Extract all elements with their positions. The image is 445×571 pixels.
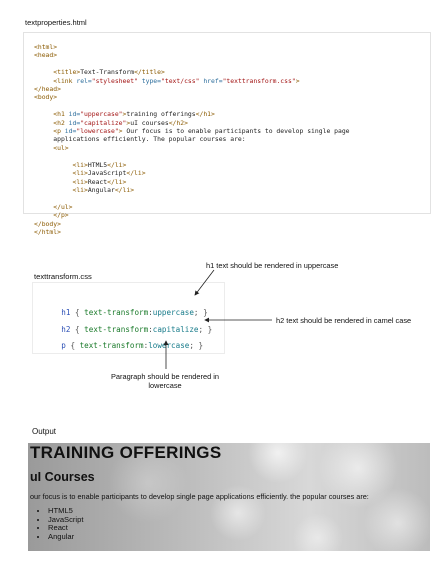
output-heading-capitalize: uI courses bbox=[30, 470, 95, 484]
output-heading-uppercase: training offerings bbox=[30, 443, 222, 462]
output-paragraph-lowercase: Our focus is to enable participants to d… bbox=[30, 492, 369, 501]
h1-arrow bbox=[194, 269, 215, 296]
output-course-list: HTML5 JavaScript React Angular bbox=[36, 506, 83, 542]
list-item: Angular bbox=[48, 532, 83, 542]
output-label: Output bbox=[32, 427, 57, 436]
rendered-output-panel: training offerings uI courses Our focus … bbox=[28, 443, 430, 551]
